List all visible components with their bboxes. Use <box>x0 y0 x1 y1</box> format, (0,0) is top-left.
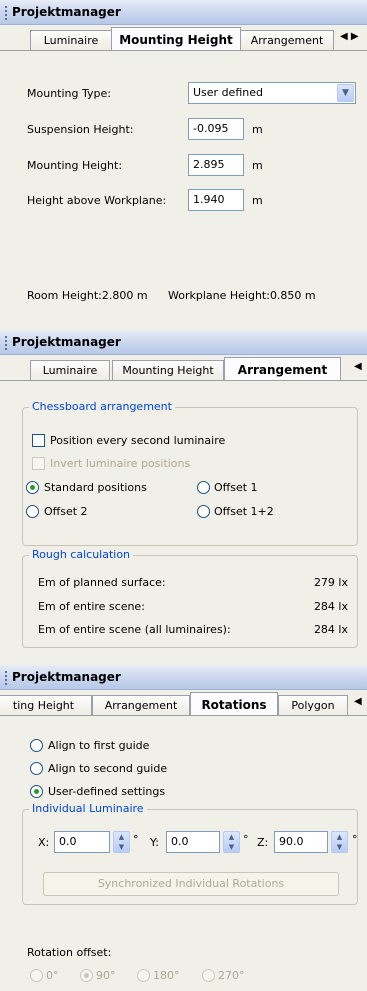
room-height-text: Room Height:2.800 m <box>27 289 148 302</box>
chessboard-group: Chessboard arrangement <box>22 400 358 546</box>
em-all-luminaires-value: 284 lx <box>313 623 348 636</box>
mounting-height-unit: m <box>252 159 263 172</box>
workplane-height-input[interactable]: 1.940 <box>188 189 244 211</box>
offset12-label[interactable]: Offset 1+2 <box>214 505 274 518</box>
y-degree: ° <box>243 833 249 846</box>
offset2-radio[interactable] <box>26 505 39 518</box>
invert-positions-checkbox[interactable] <box>32 457 45 470</box>
panel-arrangement: Projektmanager Luminaire Mounting Height… <box>0 330 367 660</box>
grip-icon[interactable] <box>5 6 7 20</box>
tab-mounting-height[interactable]: Mounting Height <box>111 27 241 50</box>
grip-icon[interactable] <box>5 336 7 350</box>
grip-icon[interactable] <box>5 671 7 685</box>
standard-positions-radio[interactable] <box>26 481 39 494</box>
x-label: X: <box>38 836 50 849</box>
panel-title: Projektmanager <box>12 335 121 349</box>
rough-calculation-title: Rough calculation <box>29 548 134 561</box>
align-second-guide-label[interactable]: Align to second guide <box>48 762 167 775</box>
tab-scroll-arrows-icon[interactable]: ◀ ▶ <box>340 31 359 42</box>
invert-positions-label[interactable]: Invert luminaire positions <box>50 457 190 470</box>
z-rotation-input[interactable]: 90.0 <box>274 831 328 853</box>
user-defined-label[interactable]: User-defined settings <box>48 785 165 798</box>
tab-mounting-height[interactable]: ting Height <box>0 695 92 715</box>
offset-0-radio[interactable] <box>30 969 43 982</box>
tab-arrangement[interactable]: Arrangement <box>224 357 341 380</box>
chevron-down-icon[interactable]: ▼ <box>337 84 354 102</box>
tab-polygon[interactable]: Polygon <box>278 695 348 715</box>
offset12-radio[interactable] <box>197 505 210 518</box>
y-label: Y: <box>150 836 159 849</box>
offset-270-label[interactable]: 270° <box>218 969 245 982</box>
offset2-label[interactable]: Offset 2 <box>44 505 88 518</box>
align-first-guide-label[interactable]: Align to first guide <box>48 739 149 752</box>
z-label: Z: <box>257 836 269 849</box>
em-planned-surface-label: Em of planned surface: <box>38 576 166 589</box>
em-entire-scene-value: 284 lx <box>313 600 348 613</box>
user-defined-radio[interactable] <box>30 785 43 798</box>
em-entire-scene-label: Em of entire scene: <box>38 600 145 613</box>
offset-90-radio[interactable] <box>80 969 93 982</box>
suspension-height-unit: m <box>252 123 263 136</box>
individual-luminaire-title: Individual Luminaire <box>29 802 147 815</box>
panel-title: Projektmanager <box>12 5 121 19</box>
x-rotation-input[interactable]: 0.0 <box>54 831 110 853</box>
mounting-height-label: Mounting Height: <box>27 159 123 172</box>
x-spinner[interactable]: ▲ ▼ <box>113 831 130 853</box>
align-second-guide-radio[interactable] <box>30 762 43 775</box>
em-planned-surface-value: 279 lx <box>313 576 348 589</box>
y-spinner[interactable]: ▲ ▼ <box>223 831 240 853</box>
panel-rotations: Projektmanager ting Height Arrangement R… <box>0 665 367 991</box>
workplane-height-text: Workplane Height:0.850 m <box>168 289 316 302</box>
em-all-luminaires-label: Em of entire scene (all luminaires): <box>38 623 231 636</box>
z-spinner[interactable]: ▲ ▼ <box>331 831 348 853</box>
z-degree: ° <box>352 833 358 846</box>
offset-180-label[interactable]: 180° <box>153 969 180 982</box>
suspension-height-input[interactable]: -0.095 <box>188 118 244 140</box>
panel-mounting-height: Projektmanager Luminaire Mounting Height… <box>0 0 367 322</box>
tab-bar: ting Height Arrangement Rotations Polygo… <box>0 690 367 716</box>
offset-180-radio[interactable] <box>137 969 150 982</box>
offset-270-radio[interactable] <box>202 969 215 982</box>
workplane-height-unit: m <box>252 194 263 207</box>
panel-title-bar[interactable]: Projektmanager <box>0 0 367 25</box>
offset-0-label[interactable]: 0° <box>46 969 59 982</box>
offset1-radio[interactable] <box>197 481 210 494</box>
standard-positions-label[interactable]: Standard positions <box>44 481 147 494</box>
tab-rotations[interactable]: Rotations <box>190 692 278 715</box>
mounting-type-label: Mounting Type: <box>27 87 111 100</box>
panel-title-bar[interactable]: Projektmanager <box>0 665 367 690</box>
mounting-height-input[interactable]: 2.895 <box>188 154 244 176</box>
tab-bar: Luminaire Mounting Height Arrangement ◀ <box>0 355 367 381</box>
align-first-guide-radio[interactable] <box>30 739 43 752</box>
tab-luminaire[interactable]: Luminaire <box>30 360 110 380</box>
x-degree: ° <box>133 833 139 846</box>
tab-bar: Luminaire Mounting Height Arrangement ◀ … <box>0 25 367 51</box>
mounting-type-value: User defined <box>193 86 263 99</box>
chessboard-group-title: Chessboard arrangement <box>29 400 175 413</box>
panel-title: Projektmanager <box>12 670 121 684</box>
suspension-height-label: Suspension Height: <box>27 123 134 136</box>
tab-arrangement[interactable]: Arrangement <box>240 30 334 50</box>
panel-title-bar[interactable]: Projektmanager <box>0 330 367 355</box>
mounting-type-select[interactable]: User defined ▼ <box>188 82 356 104</box>
offset1-label[interactable]: Offset 1 <box>214 481 258 494</box>
tab-arrangement[interactable]: Arrangement <box>92 695 190 715</box>
tab-scroll-left-icon[interactable]: ◀ <box>354 361 362 372</box>
y-rotation-input[interactable]: 0.0 <box>166 831 220 853</box>
tab-luminaire[interactable]: Luminaire <box>30 30 112 50</box>
workplane-label: Height above Workplane: <box>27 194 167 207</box>
tab-scroll-left-icon[interactable]: ◀ <box>354 696 362 707</box>
rotation-offset-label: Rotation offset: <box>27 946 112 959</box>
synchronized-rotations-button[interactable]: Synchronized Individual Rotations <box>43 872 339 896</box>
position-every-second-label[interactable]: Position every second luminaire <box>50 434 225 447</box>
offset-90-label[interactable]: 90° <box>96 969 116 982</box>
position-every-second-checkbox[interactable] <box>32 434 45 447</box>
tab-mounting-height[interactable]: Mounting Height <box>112 360 224 380</box>
